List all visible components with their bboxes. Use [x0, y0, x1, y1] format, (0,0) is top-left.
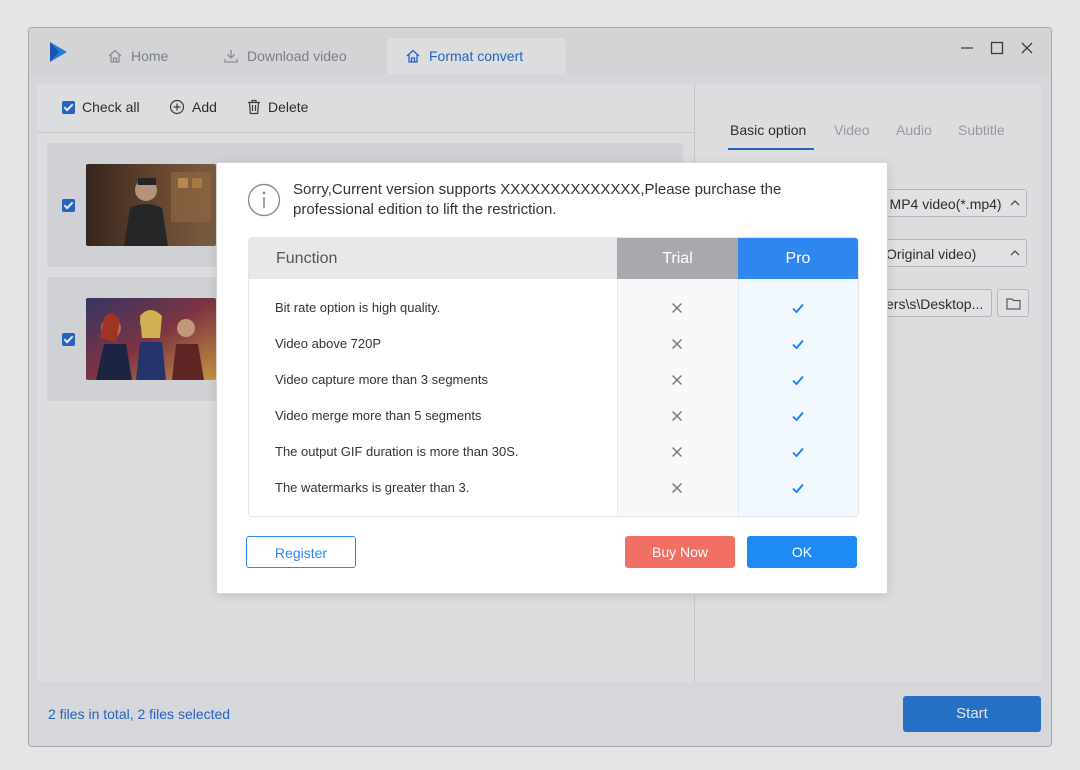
function-label: Video above 720P — [275, 336, 382, 351]
header-trial: Trial — [617, 238, 738, 279]
check-icon — [792, 411, 804, 422]
check-icon — [792, 447, 804, 458]
buy-now-button[interactable]: Buy Now — [625, 536, 735, 568]
table-header: Function Trial Pro — [249, 238, 858, 279]
upgrade-dialog: Sorry,Current version supports XXXXXXXXX… — [216, 162, 888, 594]
feature-comparison-table: Function Trial Pro Bit rate option is hi… — [248, 237, 859, 517]
cross-icon — [671, 338, 683, 350]
table-row: Video above 720P — [249, 326, 858, 362]
header-pro: Pro — [738, 238, 858, 279]
register-button[interactable]: Register — [246, 536, 356, 568]
function-label: Bit rate option is high quality. — [275, 300, 441, 315]
check-icon — [792, 375, 804, 386]
table-row: The watermarks is greater than 3. — [249, 470, 858, 506]
function-label: Video capture more than 3 segments — [275, 372, 488, 387]
function-label: The output GIF duration is more than 30S… — [275, 444, 519, 459]
table-row: Video merge more than 5 segments — [249, 398, 858, 434]
check-icon — [792, 303, 804, 314]
check-icon — [792, 483, 804, 494]
info-icon — [247, 183, 281, 217]
ok-button[interactable]: OK — [747, 536, 857, 568]
cross-icon — [671, 446, 683, 458]
cross-icon — [671, 482, 683, 494]
cross-icon — [671, 302, 683, 314]
table-row: Bit rate option is high quality. — [249, 290, 858, 326]
cross-icon — [671, 410, 683, 422]
table-row: The output GIF duration is more than 30S… — [249, 434, 858, 470]
function-label: The watermarks is greater than 3. — [275, 480, 470, 495]
table-row: Video capture more than 3 segments — [249, 362, 858, 398]
dialog-message: Sorry,Current version supports XXXXXXXXX… — [293, 181, 782, 218]
cross-icon — [671, 374, 683, 386]
function-label: Video merge more than 5 segments — [275, 408, 482, 423]
header-function: Function — [249, 238, 617, 279]
check-icon — [792, 339, 804, 350]
